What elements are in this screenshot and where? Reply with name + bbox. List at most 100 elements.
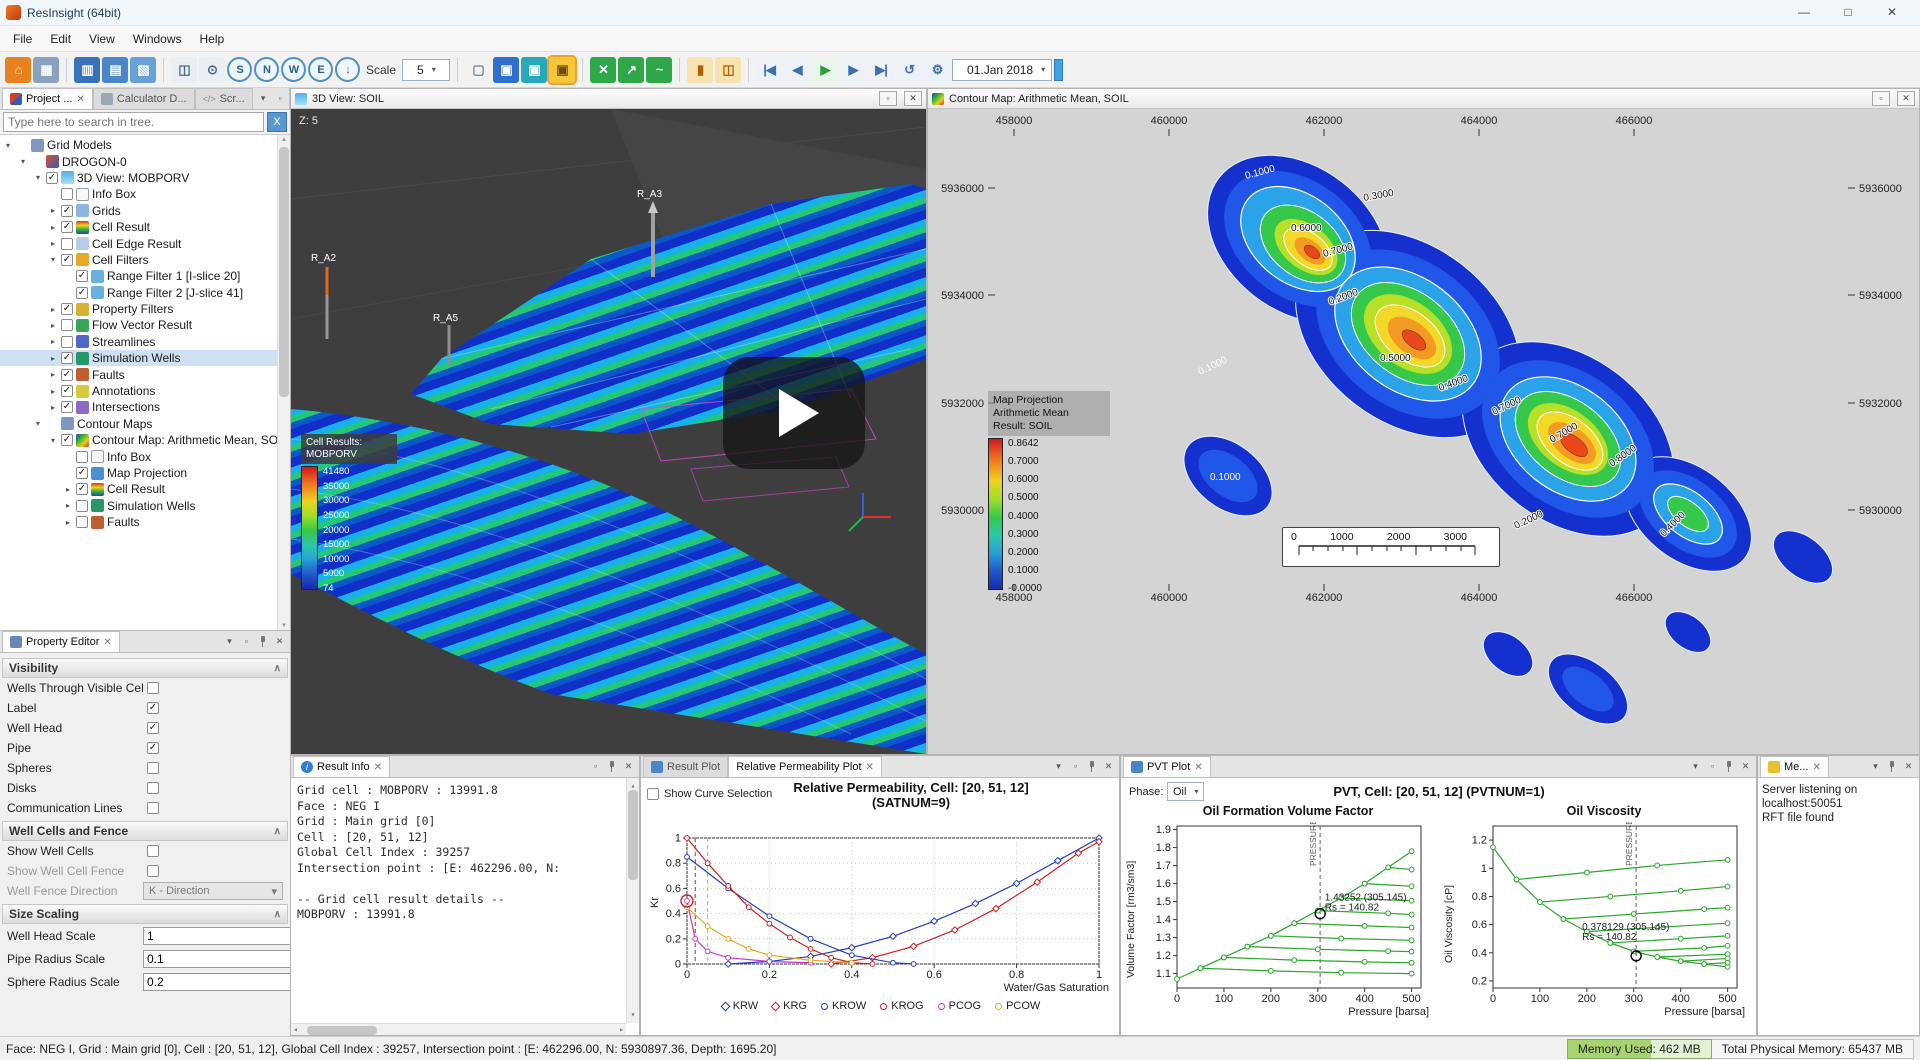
legend-item[interactable]: KRW	[722, 1000, 758, 1012]
collapse-icon[interactable]: ∧	[274, 909, 281, 920]
property-input[interactable]	[143, 927, 306, 945]
menu-item[interactable]: File	[4, 28, 41, 50]
tree-checkbox[interactable]	[61, 238, 73, 250]
menu-item[interactable]: Edit	[41, 28, 80, 50]
tree-checkbox[interactable]	[61, 369, 73, 381]
tree-expander-icon[interactable]	[48, 354, 58, 363]
close-icon[interactable]: ✕	[1102, 760, 1115, 773]
menu-item[interactable]: Windows	[124, 28, 191, 50]
tree-item[interactable]: Cell Result	[0, 219, 290, 235]
view-from-west-button[interactable]: W	[281, 57, 306, 82]
tree-item[interactable]: Cell Result	[0, 481, 290, 497]
tree-expander-icon[interactable]	[48, 436, 58, 445]
close-icon[interactable]: ✕	[866, 762, 874, 773]
property-checkbox[interactable]	[147, 782, 159, 794]
float-panel-icon[interactable]: ▫	[274, 92, 287, 105]
toolbar-item[interactable]	[66, 58, 67, 82]
tree-expander-icon[interactable]	[48, 403, 58, 412]
tab-project[interactable]: Project ...✕	[2, 88, 93, 109]
tree-checkbox[interactable]	[61, 303, 73, 315]
collapse-icon[interactable]: ∧	[274, 826, 281, 837]
tab-calculator[interactable]: Calculator D...	[93, 88, 195, 109]
tab-scripts[interactable]: </> Scr...	[195, 88, 253, 109]
scroll-left-icon[interactable]: ◂	[293, 1022, 298, 1036]
tree-checkbox[interactable]	[76, 270, 88, 282]
tab-result-info[interactable]: Result Info✕	[293, 756, 390, 777]
tree-item[interactable]: Streamlines	[0, 334, 290, 350]
tree-item[interactable]: Simulation Wells	[0, 498, 290, 514]
tree-item[interactable]: Annotations	[0, 383, 290, 399]
view3d-viewport[interactable]: R_A2 R_A3 R_A5 Z: 5 Cell Results: MOB	[291, 109, 926, 754]
new-grid-plot-button[interactable]: ▧	[130, 57, 156, 83]
close-icon[interactable]: ✕	[374, 762, 382, 773]
tree-item[interactable]: 3D View: MOBPORV	[0, 170, 290, 186]
tree-item[interactable]: Info Box	[0, 186, 290, 202]
view-from-east-button[interactable]: E	[308, 57, 333, 82]
tab-messages[interactable]: Me...✕	[1760, 756, 1829, 777]
open-project-button[interactable]: ⌂	[5, 57, 31, 83]
animation-skip-to-end-button[interactable]: ▶|	[868, 57, 894, 83]
tree-checkbox[interactable]	[46, 172, 58, 184]
tree-expander-icon[interactable]	[3, 141, 13, 150]
tree-item[interactable]: Faults	[0, 514, 290, 530]
tree-expander-icon[interactable]	[48, 223, 58, 232]
video-play-button[interactable]	[723, 357, 865, 469]
property-checkbox[interactable]	[147, 762, 159, 774]
tree-item[interactable]: Cell Filters	[0, 252, 290, 268]
phase-select[interactable]: Oil ▾	[1167, 782, 1204, 801]
tree-item[interactable]: Range Filter 1 [I-slice 20]	[0, 268, 290, 284]
tree-item[interactable]: Simulation Wells	[0, 350, 290, 366]
close-icon[interactable]: ✕	[1194, 762, 1202, 773]
scale-combobox[interactable]: 5	[402, 59, 450, 81]
property-checkbox[interactable]	[147, 802, 159, 814]
tree-expander-icon[interactable]	[63, 518, 73, 527]
close-icon[interactable]: ✕	[273, 635, 286, 648]
tile-windows-button[interactable]: ◫	[171, 57, 197, 83]
view-from-above-button[interactable]: ↓	[335, 57, 360, 82]
view3d-titlebar[interactable]: 3D View: SOIL ▫ ✕	[291, 89, 926, 109]
section-header-visibility[interactable]: Visibility∧	[2, 658, 288, 678]
close-icon[interactable]: ✕	[1870, 0, 1914, 25]
toolbar-item[interactable]	[748, 58, 749, 82]
minimize-icon[interactable]: —	[1782, 0, 1826, 25]
tree-expander-icon[interactable]	[48, 370, 58, 379]
tree-item[interactable]: Grids	[0, 203, 290, 219]
panel-menu-icon[interactable]: ▾	[1869, 760, 1882, 773]
tree-checkbox[interactable]	[61, 434, 73, 446]
float-panel-icon[interactable]: ▫	[240, 635, 253, 648]
tree-expander-icon[interactable]	[48, 305, 58, 314]
animation-progress-bar[interactable]	[1054, 59, 1063, 81]
clear-search-button[interactable]: X	[267, 112, 287, 132]
close-icon[interactable]: ✕	[76, 94, 84, 105]
panel-menu-icon[interactable]: ▾	[1689, 760, 1702, 773]
tree-checkbox[interactable]	[61, 336, 73, 348]
scroll-down-icon[interactable]: ▾	[278, 621, 290, 629]
legend-item[interactable]: PCOW	[995, 1000, 1040, 1012]
scroll-up-icon[interactable]: ▴	[278, 135, 290, 143]
tree-checkbox[interactable]	[61, 401, 73, 413]
tree-item[interactable]: Intersections	[0, 399, 290, 415]
close-icon[interactable]: ✕	[904, 91, 922, 106]
view-from-north-button[interactable]: N	[254, 57, 279, 82]
toolbar-item[interactable]: Scale	[366, 63, 396, 77]
tree-checkbox[interactable]	[61, 352, 73, 364]
tree-item[interactable]: Map Projection	[0, 465, 290, 481]
property-checkbox[interactable]	[147, 702, 159, 714]
tree-checkbox[interactable]	[76, 516, 88, 528]
pin-icon[interactable]	[606, 760, 618, 773]
close-icon[interactable]: ✕	[622, 760, 635, 773]
tree-expander-icon[interactable]	[63, 501, 73, 510]
property-checkbox[interactable]	[147, 865, 159, 877]
tab-property-editor[interactable]: Property Editor✕	[2, 631, 120, 652]
tree-item[interactable]: Flow Vector Result	[0, 317, 290, 333]
property-checkbox[interactable]	[147, 682, 159, 694]
tree-item[interactable]: Faults	[0, 366, 290, 382]
tree-expander-icon[interactable]	[48, 239, 58, 248]
panel-menu-icon[interactable]: ▾	[257, 92, 270, 105]
pin-icon[interactable]	[1086, 760, 1098, 773]
tree-item[interactable]: Range Filter 2 [J-slice 41]	[0, 285, 290, 301]
tree-expander-icon[interactable]	[33, 173, 43, 182]
view-from-south-button[interactable]: S	[227, 57, 252, 82]
tree-checkbox[interactable]	[76, 483, 88, 495]
scroll-right-icon[interactable]: ▸	[619, 1022, 624, 1036]
